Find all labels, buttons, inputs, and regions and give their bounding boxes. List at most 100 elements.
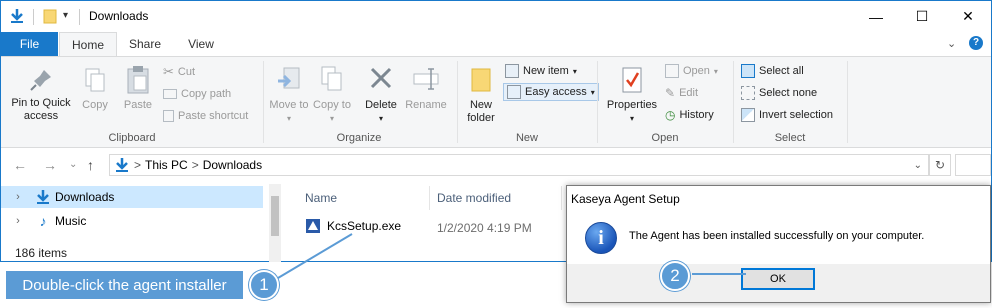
scissors-icon: ✂	[163, 64, 174, 79]
group-separator	[263, 61, 264, 143]
history-label: History	[679, 109, 714, 121]
pin-icon	[30, 70, 51, 91]
open-icon	[665, 64, 679, 78]
copy-label: Copy	[82, 99, 108, 111]
download-arrow-icon[interactable]	[9, 8, 25, 24]
tab-home[interactable]: Home	[59, 32, 117, 57]
easy-access-label: Easy access	[525, 86, 587, 98]
tab-file[interactable]: File	[1, 32, 58, 56]
breadcrumb-this-pc[interactable]: This PC	[145, 158, 188, 172]
dialog-body: i The Agent has been installed successfu…	[567, 212, 990, 264]
back-arrow-icon[interactable]: ←	[13, 157, 27, 173]
column-header-date[interactable]: Date modified	[437, 191, 511, 205]
paste-shortcut-label: Paste shortcut	[178, 110, 249, 122]
new-item-button[interactable]: New item ▾	[505, 62, 577, 80]
select-all-label: Select all	[759, 65, 804, 77]
qa-dropdown-icon[interactable]: ▾	[63, 10, 68, 21]
select-none-label: Select none	[759, 87, 818, 99]
delete-button[interactable]: Delete ▾	[361, 65, 401, 125]
rename-icon	[413, 68, 439, 90]
address-bar[interactable]: > This PC > Downloads ⌄	[109, 154, 929, 176]
easy-access-button[interactable]: Easy access ▾	[503, 83, 599, 101]
delete-label: Delete	[365, 99, 397, 111]
file-row[interactable]: KcsSetup.exe	[305, 218, 401, 234]
invert-selection-label: Invert selection	[759, 109, 833, 121]
scrollbar-thumb[interactable]	[271, 196, 279, 236]
nav-item-downloads[interactable]: › Downloads	[1, 186, 263, 208]
cut-button[interactable]: ✂ Cut	[163, 63, 195, 81]
properties-checkmark-icon	[622, 67, 642, 93]
select-all-icon	[741, 64, 755, 78]
select-none-button[interactable]: Select none	[741, 84, 817, 102]
open-button[interactable]: Open ▾	[665, 62, 718, 80]
copy-button[interactable]: Copy	[77, 67, 113, 112]
column-divider[interactable]	[561, 186, 562, 210]
refresh-icon[interactable]: ↻	[929, 154, 951, 176]
close-button[interactable]: ✕	[945, 1, 991, 32]
new-group-label: New	[515, 132, 538, 144]
installer-exe-icon	[306, 219, 320, 233]
edit-button[interactable]: ✎ Edit	[665, 84, 698, 102]
history-clock-icon: ◷	[665, 108, 676, 122]
copy-to-icon	[321, 66, 342, 91]
easy-access-icon	[507, 85, 521, 99]
new-item-label: New item	[523, 65, 569, 77]
select-group-label: Select	[774, 132, 806, 144]
properties-button[interactable]: Properties ▾	[603, 65, 661, 125]
paste-shortcut-button[interactable]: Paste shortcut	[163, 107, 248, 125]
ok-button[interactable]: OK	[741, 268, 815, 290]
paste-label: Paste	[123, 99, 153, 111]
column-divider[interactable]	[429, 186, 430, 210]
open-label: Open	[683, 65, 710, 77]
ribbon-tabs: File Home Share View ⌄ ?	[1, 32, 991, 57]
expand-chevron-icon[interactable]: ›	[1, 191, 35, 203]
group-separator	[597, 61, 598, 143]
step1-badge: 1	[249, 270, 279, 300]
breadcrumb-separator: >	[191, 158, 199, 172]
invert-selection-icon	[741, 108, 755, 122]
nav-item-music[interactable]: › ♪ Music	[1, 210, 263, 232]
new-folder-icon	[471, 68, 491, 92]
folder-icon[interactable]	[43, 8, 57, 24]
column-header-name[interactable]: Name	[305, 191, 337, 205]
up-arrow-icon[interactable]: ↑	[87, 157, 94, 173]
new-folder-button[interactable]: New folder	[461, 65, 501, 125]
navigation-row: ← → ⌄ ↑ > This PC > Downloads ⌄ ↻	[1, 148, 991, 182]
cut-label: Cut	[177, 66, 196, 78]
recent-dropdown-icon[interactable]: ⌄	[69, 159, 77, 170]
nav-item-label: Downloads	[55, 190, 115, 204]
invert-selection-button[interactable]: Invert selection	[741, 106, 833, 124]
forward-arrow-icon[interactable]: →	[43, 157, 57, 173]
breadcrumb-downloads[interactable]: Downloads	[203, 158, 262, 172]
select-none-icon	[741, 86, 755, 100]
paste-button[interactable]: Paste	[119, 65, 157, 112]
maximize-button[interactable]: ☐	[899, 1, 945, 32]
address-dropdown-icon[interactable]: ⌄	[914, 160, 922, 171]
search-input[interactable]	[955, 154, 991, 176]
tab-share[interactable]: Share	[119, 32, 171, 56]
history-button[interactable]: ◷ History	[665, 106, 714, 124]
select-all-button[interactable]: Select all	[741, 62, 804, 80]
group-separator	[733, 61, 734, 143]
nav-item-label: Music	[55, 214, 87, 228]
tab-view[interactable]: View	[173, 32, 229, 56]
minimize-button[interactable]: —	[853, 1, 899, 32]
help-icon[interactable]: ?	[969, 36, 983, 50]
file-date: 1/2/2020 4:19 PM	[437, 221, 532, 235]
pin-quick-access-button[interactable]: Pin to Quick access	[5, 67, 77, 123]
clipboard-group-label: Clipboard	[108, 132, 156, 144]
collapse-ribbon-icon[interactable]: ⌄	[947, 37, 956, 50]
titlebar-divider	[79, 9, 80, 25]
copy-to-button[interactable]: Copy to ▾	[313, 65, 351, 125]
info-icon: i	[585, 222, 617, 254]
nav-pane-scrollbar[interactable]	[269, 184, 281, 262]
titlebar-divider	[33, 9, 34, 25]
copy-path-button[interactable]: Copy path	[163, 85, 231, 103]
setup-dialog: Kaseya Agent Setup i The Agent has been …	[566, 185, 991, 303]
downloads-location-icon	[116, 158, 128, 172]
move-to-button[interactable]: Move to ▾	[269, 65, 309, 125]
properties-label: Properties	[606, 99, 658, 111]
rename-button[interactable]: Rename	[403, 65, 449, 112]
expand-chevron-icon[interactable]: ›	[1, 215, 35, 227]
group-separator	[847, 61, 848, 143]
